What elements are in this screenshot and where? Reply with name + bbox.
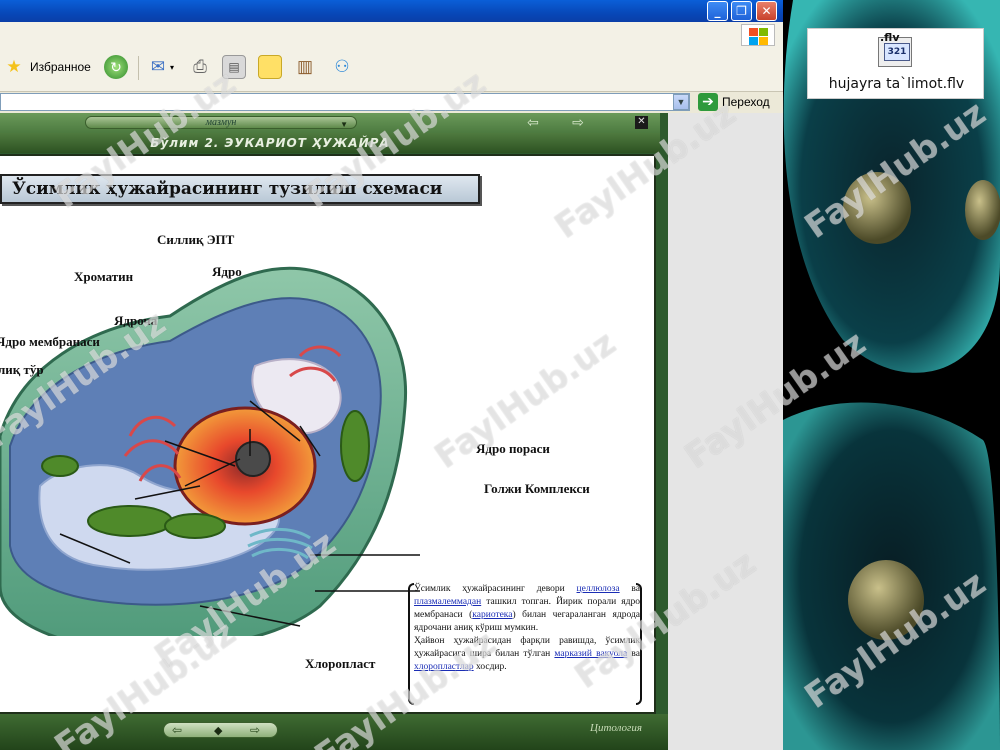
label-chromatin: Хроматин — [74, 269, 134, 284]
bracket-right — [636, 583, 642, 705]
maximize-button[interactable]: ❐ — [731, 1, 752, 21]
edit-button[interactable]: ▤ — [222, 52, 246, 82]
address-bar: ▼ ➔ Переход — [0, 92, 783, 112]
chevron-down-icon: ▼ — [340, 120, 348, 129]
home-icon[interactable]: ◆ — [214, 724, 222, 737]
info-highlight-chloroplasts: хлоропластлар — [414, 662, 474, 672]
page-content: мазмун ▼ ⇦ ⇨ ✕ Бўлим 2. ЭУКАРИОТ ҲУЖАЙРА… — [0, 113, 783, 750]
toolbar: ★ Избранное ↻ ✉ ▾ ⎙ ▤ ▥ ⚇ — [0, 22, 783, 92]
title-bar: _ ❐ ✕ — [0, 0, 783, 22]
label-reticulum: лиқ тўр — [0, 362, 44, 377]
go-button[interactable]: Переход — [722, 95, 770, 109]
printer-icon: ⎙ — [193, 57, 207, 76]
contents-menu[interactable]: мазмун ▼ — [85, 116, 357, 129]
address-dropdown-icon[interactable]: ▼ — [673, 94, 689, 110]
slide-heading: Ўсимлик ҳужайрасининг тузилиш схемаси — [0, 174, 480, 204]
label-smooth-er: Силлиқ ЭПТ — [157, 232, 235, 247]
slide: Ўсимлик ҳужайрасининг тузилиш схемаси Си… — [0, 154, 656, 714]
label-golgi: Голжи Комплекси — [484, 481, 590, 496]
favorites-button[interactable]: ★ Избранное — [2, 52, 91, 82]
history-icon: ↻ — [104, 55, 128, 79]
note-icon — [258, 55, 282, 79]
info-highlight-karyotheca: кариотека — [472, 610, 513, 620]
footer-label: Цитология — [590, 722, 642, 734]
info-text-1: Ўсимлик ҳужайрасининг девори — [414, 584, 565, 594]
windows-logo — [741, 24, 775, 46]
app-footer: ⇦ ◆ ⇨ Цитология — [0, 714, 668, 750]
info-text-7: хосдир. — [476, 662, 507, 672]
file-name[interactable]: hujayra ta`limot.flv — [808, 76, 985, 92]
info-highlight-vacuole: марказий вакуола — [554, 649, 628, 659]
label-nuclear-pore: Ядро пораси — [476, 441, 550, 456]
plant-cell-diagram — [0, 266, 420, 636]
messenger-button[interactable]: ⚇ — [330, 52, 354, 82]
star-icon: ★ — [6, 57, 22, 76]
cell-wallpaper — [783, 0, 1000, 750]
file-extension: .flv — [880, 31, 900, 44]
close-icon[interactable]: ✕ — [635, 116, 648, 129]
desktop: 321 .flv hujayra ta`limot.flv — [783, 0, 1000, 750]
go-arrow-icon[interactable]: ➔ — [698, 93, 718, 111]
info-highlight-cellulose: целлюлоза — [576, 584, 620, 594]
label-nucleolus: Ядроча — [114, 313, 158, 328]
minimize-button[interactable]: _ — [707, 1, 728, 21]
label-nucleus: Ядро — [212, 264, 242, 279]
research-button[interactable]: ▥ — [293, 52, 317, 82]
contents-menu-label: мазмун — [205, 117, 237, 128]
info-text: Ўсимлик ҳужайрасининг девори целлюлоза в… — [414, 583, 640, 709]
app-frame: мазмун ▼ ⇦ ⇨ ✕ Бўлим 2. ЭУКАРИОТ ҲУЖАЙРА… — [0, 113, 668, 750]
label-chloroplast: Хлоропласт — [305, 656, 376, 671]
books-icon: ▥ — [296, 57, 314, 76]
section-title: Бўлим 2. ЭУКАРИОТ ҲУЖАЙРА — [0, 133, 660, 153]
favorites-label: Избранное — [30, 60, 91, 74]
note-button[interactable] — [258, 52, 282, 82]
mail-button[interactable]: ✉ ▾ — [146, 52, 174, 82]
print-button[interactable]: ⎙ — [188, 52, 212, 82]
edit-icon: ▤ — [222, 55, 246, 79]
nucleolus — [235, 441, 271, 477]
back-arrow-icon[interactable]: ⇦ — [517, 115, 549, 129]
video-file-icon: 321 .flv — [878, 31, 916, 69]
messenger-icon: ⚇ — [334, 57, 350, 76]
label-nuclear-membrane: Ядро мембранаси — [0, 334, 100, 349]
history-button[interactable]: ↻ — [104, 52, 128, 82]
browser-window: _ ❐ ✕ ★ Избранное ↻ ✉ ▾ ⎙ ▤ ▥ ⚇ ▼ ➔ Пере… — [0, 0, 783, 750]
footer-navigation[interactable]: ⇦ ◆ ⇨ — [163, 722, 278, 738]
mail-icon: ✉ — [150, 57, 166, 76]
prev-arrow-icon[interactable]: ⇦ — [172, 723, 182, 737]
info-highlight-plasmalemma: плазмалеммадан — [414, 597, 482, 607]
address-input[interactable] — [0, 93, 690, 111]
forward-arrow-icon[interactable]: ⇨ — [562, 115, 594, 129]
chevron-down-icon: ▾ — [170, 62, 175, 72]
flv-file-icon[interactable]: 321 .flv hujayra ta`limot.flv — [807, 28, 984, 99]
close-button[interactable]: ✕ — [756, 1, 777, 21]
next-arrow-icon[interactable]: ⇨ — [250, 723, 260, 737]
